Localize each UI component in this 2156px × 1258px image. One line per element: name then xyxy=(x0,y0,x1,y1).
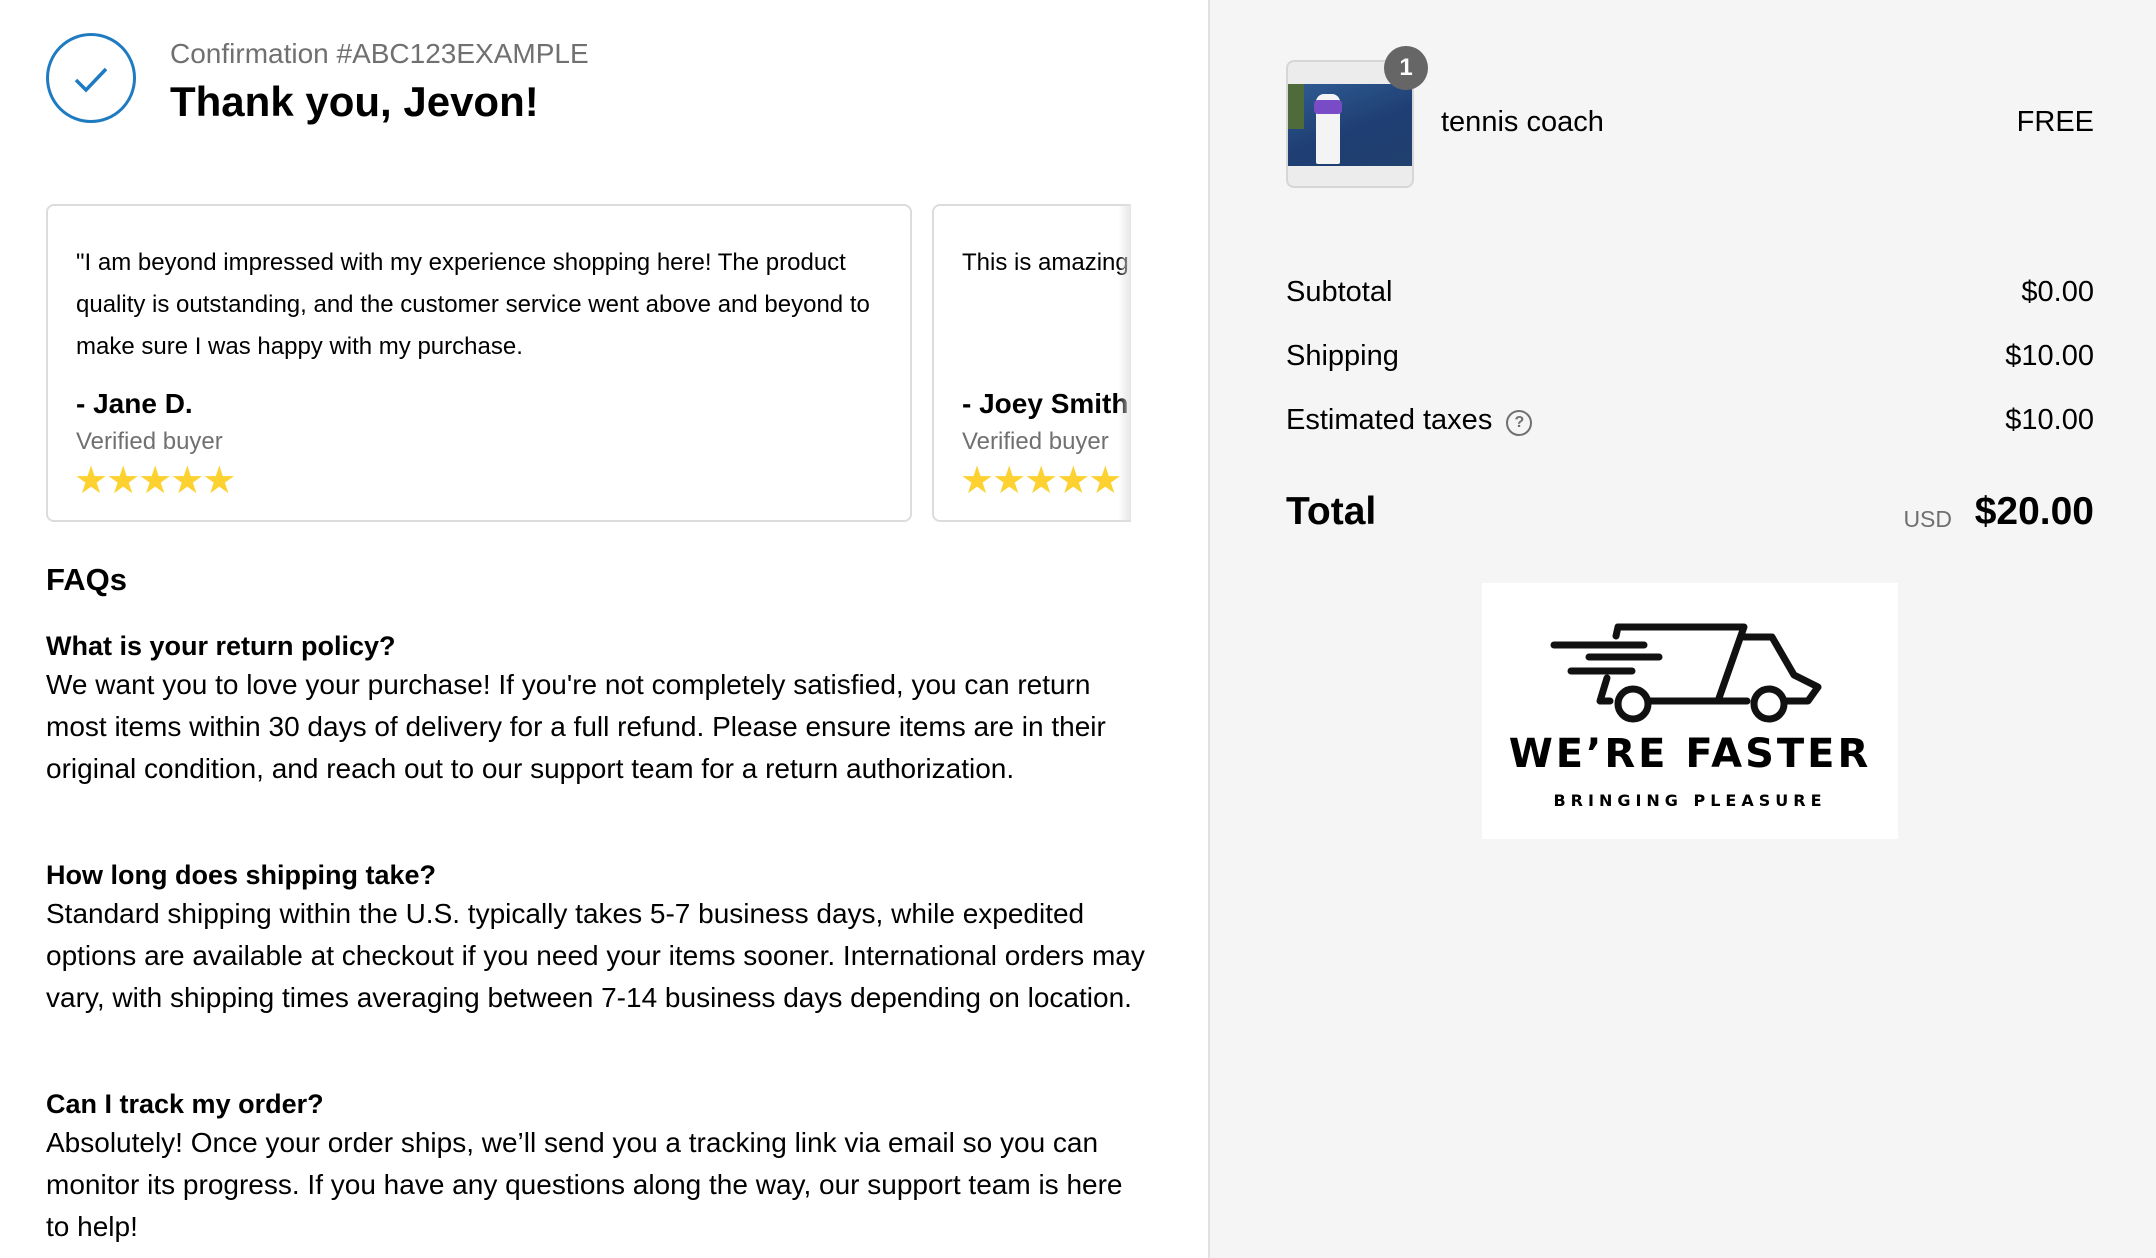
product-price: FREE xyxy=(2016,106,2094,138)
subtotal-value: $0.00 xyxy=(2021,276,2094,308)
photo-background xyxy=(1288,84,1304,129)
faq-question: Can I track my order? xyxy=(46,1089,324,1119)
faq-item: What is your return policy? We want you … xyxy=(46,628,1146,790)
carousel-clip xyxy=(1131,190,1208,530)
product-name: tennis coach xyxy=(1441,106,1604,138)
total-value: $20.00 xyxy=(1974,490,2094,533)
faq-answer: Standard shipping within the U.S. typica… xyxy=(46,898,1145,1013)
page-title: Thank you, Jevon! xyxy=(170,78,539,125)
currency-code: USD xyxy=(1903,506,1952,532)
verified-buyer-label: Verified buyer xyxy=(76,428,223,455)
taxes-value: $10.00 xyxy=(2005,404,2094,436)
star-rating-icon: ★★★★★ xyxy=(74,460,236,502)
faq-question: What is your return policy? xyxy=(46,631,396,661)
faq-item: Can I track my order? Absolutely! Once y… xyxy=(46,1086,1146,1248)
faq-item: How long does shipping take? Standard sh… xyxy=(46,857,1146,1019)
subtotal-label: Subtotal xyxy=(1286,276,1393,308)
photo-detail xyxy=(1314,100,1342,114)
shipping-label: Shipping xyxy=(1286,340,1399,372)
review-quote: "I am beyond impressed with my experienc… xyxy=(76,249,870,360)
shipping-value: $10.00 xyxy=(2005,340,2094,372)
review-author: - Jane D. xyxy=(76,388,193,419)
verified-buyer-label: Verified buyer xyxy=(962,428,1109,455)
review-author: - Joey Smith xyxy=(962,388,1129,419)
brand-tagline: BRINGING PLEASURE xyxy=(1553,791,1827,810)
tennis-player-image xyxy=(1288,84,1412,166)
brand-logo: WE’RE FASTER BRINGING PLEASURE xyxy=(1482,583,1898,839)
delivery-truck-icon xyxy=(1550,623,1822,723)
faq-answer: Absolutely! Once your order ships, we’ll… xyxy=(46,1127,1123,1242)
faq-heading: FAQs xyxy=(46,562,127,597)
main-content: Confirmation #ABC123EXAMPLE Thank you, J… xyxy=(0,0,1208,1258)
confirmation-number: Confirmation #ABC123EXAMPLE xyxy=(170,38,589,69)
faq-question: How long does shipping take? xyxy=(46,860,437,890)
help-circle-icon[interactable]: ? xyxy=(1506,410,1533,436)
total-label: Total xyxy=(1286,490,1377,533)
quantity-badge: 1 xyxy=(1384,46,1428,90)
carousel-fade-edge xyxy=(1118,204,1132,522)
brand-name: WE’RE FASTER xyxy=(1508,731,1872,777)
taxes-label-group: Estimated taxes? xyxy=(1286,404,1533,437)
faq-answer: We want you to love your purchase! If yo… xyxy=(46,669,1106,784)
review-card: "I am beyond impressed with my experienc… xyxy=(46,204,912,522)
taxes-label: Estimated taxes xyxy=(1286,404,1493,436)
checkmark-circle-icon xyxy=(46,33,136,123)
star-rating-icon: ★★★★★ xyxy=(960,460,1122,502)
